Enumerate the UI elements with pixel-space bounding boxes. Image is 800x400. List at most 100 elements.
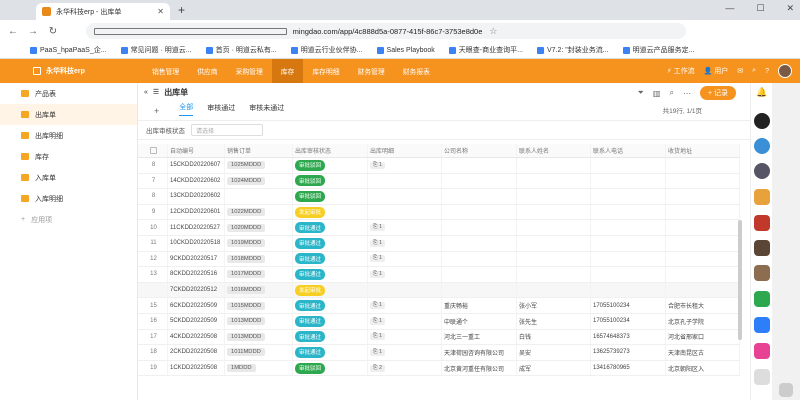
minimize-icon[interactable]: — <box>725 3 734 14</box>
detail-count-chip[interactable]: ⎘ 1 <box>370 317 385 325</box>
back-icon[interactable]: ← <box>6 26 20 37</box>
app-icon[interactable] <box>754 343 770 359</box>
add-record-button[interactable]: + 记录 <box>699 86 736 100</box>
app-icon[interactable] <box>754 291 770 307</box>
tab-approved[interactable]: 审核通过 <box>207 103 235 116</box>
cell-sales-order[interactable]: 1016MDDD <box>225 282 293 298</box>
detail-count-chip[interactable]: ⎘ 2 <box>370 364 385 372</box>
sales-order-chip[interactable]: 1017MDDD <box>227 270 266 279</box>
cell-sales-order[interactable]: 1022MDDD <box>225 204 293 220</box>
row-number[interactable]: 16 <box>138 313 168 329</box>
table-row[interactable]: 17 4CKDD20220508 1013MDDD 审批通过 ⎘ 1 河北三一重工 白钱 16… <box>138 329 740 346</box>
row-number[interactable]: 18 <box>138 345 168 360</box>
sales-order-chip[interactable]: 1016MDDD <box>227 286 266 295</box>
sidebar-item-inbound-detail[interactable]: 入库明细 <box>0 188 137 209</box>
sales-order-chip[interactable]: 1025MDDD <box>227 161 266 170</box>
app-icon[interactable] <box>754 163 770 179</box>
search-records-icon[interactable]: ⌕ <box>669 88 673 98</box>
message-icon[interactable]: ✉ <box>737 67 743 75</box>
col-header[interactable]: 联系人电话 <box>591 144 666 157</box>
row-number[interactable]: 13 <box>138 267 168 282</box>
col-header[interactable]: 自动编号 <box>168 144 225 157</box>
users-link[interactable]: 👤 用户 <box>704 66 729 76</box>
bookmark-item[interactable]: 天眼查-商业查询平... <box>448 45 523 55</box>
sales-order-chip[interactable]: 1MDDD <box>227 364 256 373</box>
filter-select[interactable]: 请选择 <box>191 124 263 136</box>
col-header[interactable]: 联系人姓名 <box>517 144 591 157</box>
sales-order-chip[interactable]: 1013MDDD <box>227 317 266 326</box>
row-number[interactable]: 7 <box>138 173 168 189</box>
app-icon[interactable] <box>754 138 770 154</box>
sales-order-chip[interactable]: 1020MDDD <box>227 223 266 232</box>
cell-detail[interactable]: ⎘ 1 <box>368 220 442 235</box>
app-icon[interactable] <box>754 189 770 205</box>
cell-sales-order[interactable]: 1025MDDD <box>225 158 293 173</box>
app-icon[interactable] <box>754 215 770 231</box>
sales-order-chip[interactable]: 1022MDDD <box>227 208 266 217</box>
cell-sales-order[interactable]: 1017MDDD <box>225 267 293 282</box>
detail-count-chip[interactable]: ⎘ 1 <box>370 224 385 232</box>
close-tab-icon[interactable]: ✕ <box>157 7 164 16</box>
collapse-icon[interactable]: « <box>144 89 148 96</box>
row-number[interactable]: 8 <box>138 158 168 173</box>
cell-sales-order[interactable]: 1018MDDD <box>225 251 293 267</box>
table-row[interactable]: 15 6CKDD20220509 1015MDDD 审批通过 ⎘ 1 重庆畅裕 张小军 170… <box>138 298 740 314</box>
bookmark-item[interactable]: Sales Playbook <box>376 46 435 54</box>
row-number[interactable]: 11 <box>138 235 168 251</box>
col-header[interactable]: 收货地址 <box>666 144 740 157</box>
cell-detail[interactable] <box>368 189 442 204</box>
expand-icon[interactable] <box>779 383 793 397</box>
table-row[interactable]: 9 12CKDD20220601 1022MDDD 发起审批 <box>138 204 740 221</box>
browser-tab[interactable]: 永华科技erp - 出库单 ✕ <box>36 3 170 20</box>
chat-icon[interactable] <box>754 317 770 333</box>
nav-item[interactable]: 库存明细 <box>303 59 348 83</box>
maximize-icon[interactable]: ☐ <box>756 3 764 14</box>
cell-detail[interactable]: ⎘ 1 <box>368 345 442 360</box>
detail-count-chip[interactable]: ⎘ 1 <box>370 302 385 310</box>
cell-sales-order[interactable]: 1013MDDD <box>225 329 293 345</box>
chart-icon[interactable]: ▥ <box>653 89 661 98</box>
settings-icon[interactable] <box>754 369 770 385</box>
select-all-checkbox[interactable] <box>138 144 168 157</box>
table-row[interactable]: 12 9CKDD20220517 1018MDDD 审批通过 ⎘ 1 <box>138 251 740 268</box>
bookmark-item[interactable]: 常见问题 · 明道云... <box>120 45 192 55</box>
row-number[interactable]: 17 <box>138 329 168 345</box>
col-header[interactable]: 销售订单 <box>225 144 293 157</box>
badge-12-icon[interactable] <box>754 113 770 129</box>
detail-count-chip[interactable]: ⎘ 1 <box>370 161 385 169</box>
sidebar-add-item[interactable]: + 应用项 <box>0 209 137 230</box>
cell-detail[interactable]: ⎘ 1 <box>368 158 442 173</box>
nav-item[interactable]: 财务管理 <box>349 59 394 83</box>
cell-detail[interactable]: ⎘ 1 <box>368 235 442 251</box>
tab-rejected[interactable]: 审核未通过 <box>249 103 284 116</box>
reload-icon[interactable]: ↻ <box>46 26 60 37</box>
nav-item[interactable]: 财务报表 <box>394 59 439 83</box>
bookmark-item[interactable]: 明道云产品服务定... <box>622 45 694 55</box>
nav-item-inventory[interactable]: 库存 <box>271 59 304 83</box>
row-number[interactable]: 19 <box>138 360 168 376</box>
workflow-link[interactable]: ⚡ 工作流 <box>667 66 695 76</box>
detail-count-chip[interactable]: ⎘ 1 <box>370 333 385 341</box>
table-row[interactable]: 16 5CKDD20220509 1013MDDD 审批通过 ⎘ 1 中联通个 张先生 170… <box>138 313 740 330</box>
col-header[interactable]: 公司名称 <box>442 144 517 157</box>
help-icon[interactable]: ? <box>765 68 769 75</box>
row-number[interactable]: 10 <box>138 220 168 235</box>
col-header[interactable]: 出库审核状态 <box>293 144 368 157</box>
app-icon[interactable] <box>754 265 770 281</box>
row-number[interactable]: 12 <box>138 251 168 267</box>
row-number[interactable]: 9 <box>138 204 168 220</box>
sales-order-chip[interactable]: 1015MDDD <box>227 301 266 310</box>
cell-sales-order[interactable]: 1013MDDD <box>225 313 293 329</box>
bookmark-item[interactable]: 首页 · 明道云私有... <box>205 45 277 55</box>
detail-count-chip[interactable]: ⎘ 1 <box>370 348 385 356</box>
cell-sales-order[interactable]: 1019MDDD <box>225 235 293 251</box>
cell-sales-order[interactable]: 1MDDD <box>225 360 293 376</box>
table-row[interactable]: 13 8CKDD20220516 1017MDDD 审批通过 ⎘ 1 <box>138 267 740 283</box>
table-row[interactable]: 8 15CKDD20220607 1025MDDD 审批驳回 ⎘ 1 <box>138 158 740 174</box>
sidebar-item-inbound[interactable]: 入库单 <box>0 167 137 188</box>
sidebar-item-outbound-detail[interactable]: 出库明细 <box>0 125 137 146</box>
cell-sales-order[interactable]: 1020MDDD <box>225 220 293 235</box>
filter-icon[interactable]: ⏷ <box>638 88 644 98</box>
table-row[interactable]: 8 13CKDD20220602 审批驳回 <box>138 189 740 205</box>
cell-sales-order[interactable]: 1024MDDD <box>225 173 293 189</box>
